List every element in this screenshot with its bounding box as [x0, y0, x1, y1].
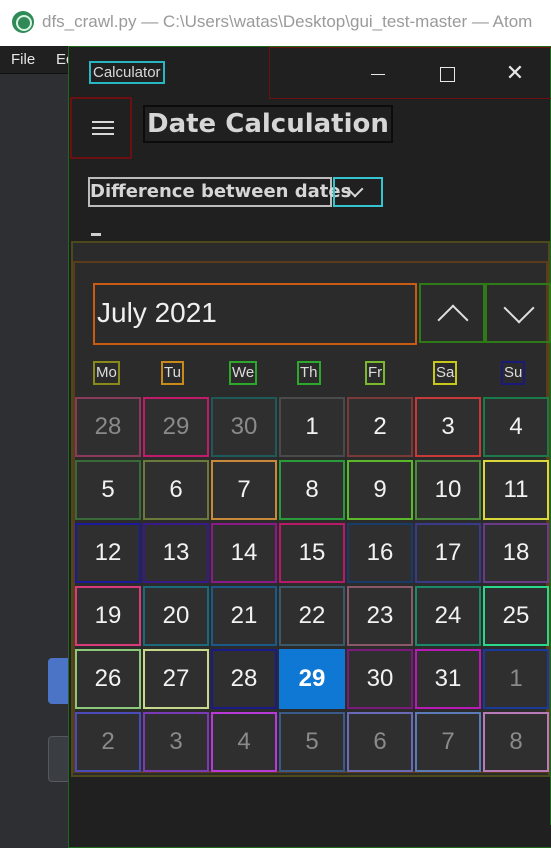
- calendar-day[interactable]: 24: [415, 586, 481, 646]
- calendar-day[interactable]: 23: [347, 586, 413, 646]
- calendar-day[interactable]: 30: [211, 397, 277, 457]
- calendar-day[interactable]: 3: [143, 712, 209, 772]
- calendar-day[interactable]: 7: [415, 712, 481, 772]
- calendar-day[interactable]: 9: [347, 460, 413, 520]
- weekday-label: Tu: [161, 361, 184, 385]
- calculation-mode-select[interactable]: Difference between dates: [88, 177, 383, 207]
- calendar-day[interactable]: 5: [75, 460, 141, 520]
- month-year-header-button[interactable]: July 2021: [93, 283, 417, 345]
- calendar-day[interactable]: 8: [279, 460, 345, 520]
- screen: dfs_crawl.py — C:\Users\watas\Desktop\gu…: [0, 0, 551, 848]
- calendar-day[interactable]: 8: [483, 712, 549, 772]
- calendar-day[interactable]: 17: [415, 523, 481, 583]
- weekday-label: Mo: [93, 361, 120, 385]
- page-title: Date Calculation: [143, 105, 393, 143]
- previous-month-button[interactable]: [419, 283, 485, 343]
- calendar-view: July 2021 Mo Tu We Th Fr Sa Su 28 29 30 1 2 3 4 5 6 7 8 9…: [73, 261, 551, 773]
- calendar-day[interactable]: 28: [211, 649, 277, 709]
- calendar-day[interactable]: 14: [211, 523, 277, 583]
- weekday-label: Fr: [365, 361, 386, 385]
- atom-app-icon: [12, 11, 34, 33]
- navigation-menu-button[interactable]: [70, 97, 132, 159]
- next-month-button[interactable]: [485, 283, 551, 343]
- calendar-day[interactable]: 6: [347, 712, 413, 772]
- calendar-day-selected[interactable]: 29: [279, 649, 345, 709]
- chevron-down-icon[interactable]: [333, 177, 383, 207]
- atom-blue-button[interactable]: [48, 658, 70, 704]
- calendar-day[interactable]: 26: [75, 649, 141, 709]
- calendar-flyout: July 2021 Mo Tu We Th Fr Sa Su 28 29 30 1 2 3 4 5 6 7 8 9…: [71, 241, 551, 777]
- calendar-day[interactable]: 4: [483, 397, 549, 457]
- calendar-day[interactable]: 2: [347, 397, 413, 457]
- hamburger-icon-line: [92, 127, 114, 129]
- atom-window-title: dfs_crawl.py — C:\Users\watas\Desktop\gu…: [42, 12, 533, 31]
- calendar-day[interactable]: 13: [143, 523, 209, 583]
- close-icon: ✕: [505, 61, 525, 86]
- calendar-day[interactable]: 2: [75, 712, 141, 772]
- close-button[interactable]: ✕: [495, 57, 535, 91]
- minimize-button[interactable]: [357, 57, 397, 91]
- calendar-day[interactable]: 1: [279, 397, 345, 457]
- calendar-day[interactable]: 3: [415, 397, 481, 457]
- calendar-day[interactable]: 16: [347, 523, 413, 583]
- calendar-day[interactable]: 10: [415, 460, 481, 520]
- calendar-day[interactable]: 19: [75, 586, 141, 646]
- bottom-area: [71, 825, 551, 847]
- calendar-day[interactable]: 22: [279, 586, 345, 646]
- atom-gray-button[interactable]: [48, 736, 70, 782]
- calculation-mode-value: Difference between dates: [90, 181, 352, 202]
- calendar-day[interactable]: 12: [75, 523, 141, 583]
- calendar-day[interactable]: 18: [483, 523, 549, 583]
- atom-title-bar: dfs_crawl.py — C:\Users\watas\Desktop\gu…: [0, 0, 551, 46]
- calendar-day[interactable]: 21: [211, 586, 277, 646]
- calendar-day[interactable]: 25: [483, 586, 549, 646]
- weekday-label: We: [229, 361, 258, 385]
- weekday-label: Su: [501, 361, 526, 385]
- calendar-day[interactable]: 31: [415, 649, 481, 709]
- hamburger-icon-line: [92, 133, 114, 135]
- menu-file[interactable]: File: [11, 51, 35, 68]
- calendar-day[interactable]: 27: [143, 649, 209, 709]
- calendar-day[interactable]: 5: [279, 712, 345, 772]
- weekday-label: Th: [297, 361, 321, 385]
- calendar-day[interactable]: 15: [279, 523, 345, 583]
- maximize-button[interactable]: [427, 57, 467, 91]
- calendar-day[interactable]: 7: [211, 460, 277, 520]
- calculator-window: Calculator ✕ Date Calculation Difference…: [68, 46, 551, 848]
- calendar-day[interactable]: 28: [75, 397, 141, 457]
- hamburger-icon-line: [92, 121, 114, 123]
- from-label-fragment: [91, 233, 101, 236]
- weekday-label: Sa: [433, 361, 458, 385]
- atom-editor-side: [0, 74, 68, 848]
- calendar-day[interactable]: 1: [483, 649, 549, 709]
- calendar-day[interactable]: 11: [483, 460, 549, 520]
- calendar-day[interactable]: 4: [211, 712, 277, 772]
- calculator-window-title: Calculator: [89, 61, 165, 84]
- calendar-day[interactable]: 29: [143, 397, 209, 457]
- calendar-day[interactable]: 30: [347, 649, 413, 709]
- calendar-day[interactable]: 6: [143, 460, 209, 520]
- calendar-day[interactable]: 20: [143, 586, 209, 646]
